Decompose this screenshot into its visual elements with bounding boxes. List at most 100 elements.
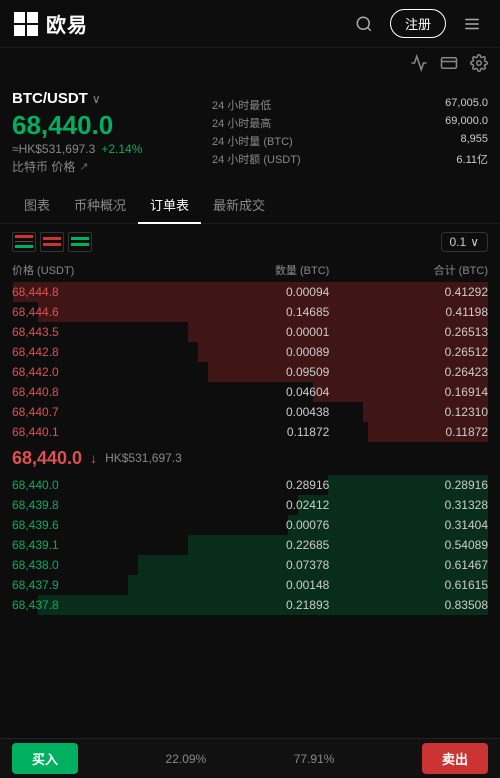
sub-header bbox=[0, 48, 500, 82]
price-left: BTC/USDT ∨ 68,440.0 ≈HK$531,697.3 +2.14%… bbox=[12, 90, 212, 175]
ask-row: 68,443.5 0.00001 0.26513 bbox=[0, 322, 500, 342]
bid-qty: 0.28916 bbox=[171, 478, 330, 492]
bid-row: 68,440.0 0.28916 0.28916 bbox=[0, 475, 500, 495]
pair-dropdown-icon[interactable]: ∨ bbox=[92, 92, 101, 106]
ask-price: 68,440.1 bbox=[12, 425, 171, 439]
bottom-bar: 买入 22.09% 77.91% 卖出 bbox=[0, 738, 500, 778]
col-qty: 数量 (BTC) bbox=[171, 262, 330, 278]
ask-qty: 0.09509 bbox=[171, 365, 330, 379]
settings-icon[interactable] bbox=[470, 54, 488, 76]
ask-row: 68,444.8 0.00094 0.41292 bbox=[0, 282, 500, 302]
decimal-selector[interactable]: 0.1 ∨ bbox=[441, 232, 488, 252]
bid-price: 68,437.8 bbox=[12, 598, 171, 612]
tab-币种概况[interactable]: 币种概况 bbox=[62, 187, 138, 224]
bid-price: 68,437.9 bbox=[12, 578, 171, 592]
ask-price: 68,442.8 bbox=[12, 345, 171, 359]
view-bids-button[interactable] bbox=[68, 232, 92, 252]
stat-label: 24 小时最高 bbox=[212, 115, 437, 131]
ask-price: 68,444.6 bbox=[12, 305, 171, 319]
tab-订单表[interactable]: 订单表 bbox=[138, 187, 201, 224]
stat-value: 67,005.0 bbox=[445, 97, 488, 113]
ask-total: 0.26513 bbox=[329, 325, 488, 339]
bid-row: 68,437.8 0.21893 0.83508 bbox=[0, 595, 500, 615]
orderbook-header: 价格 (USDT) 数量 (BTC) 合计 (BTC) bbox=[0, 260, 500, 282]
search-icon[interactable] bbox=[348, 8, 380, 40]
bid-qty: 0.00148 bbox=[171, 578, 330, 592]
header-right: 注册 bbox=[348, 8, 488, 40]
col-total: 合计 (BTC) bbox=[329, 262, 488, 278]
ask-total: 0.11872 bbox=[329, 425, 488, 439]
bids-list: 68,440.0 0.28916 0.28916 68,439.8 0.0241… bbox=[0, 475, 500, 615]
bid-row: 68,437.9 0.00148 0.61615 bbox=[0, 575, 500, 595]
bid-price: 68,440.0 bbox=[12, 478, 171, 492]
bid-row: 68,439.6 0.00076 0.31404 bbox=[0, 515, 500, 535]
tab-图表[interactable]: 图表 bbox=[12, 187, 62, 224]
register-button[interactable]: 注册 bbox=[390, 9, 446, 38]
bid-price: 68,439.8 bbox=[12, 498, 171, 512]
stat-label: 24 小时量 (BTC) bbox=[212, 133, 437, 149]
stat-value: 69,000.0 bbox=[445, 115, 488, 131]
ask-total: 0.41198 bbox=[329, 305, 488, 319]
mid-price-value: 68,440.0 bbox=[12, 448, 82, 469]
ask-total: 0.26512 bbox=[329, 345, 488, 359]
view-asks-button[interactable] bbox=[40, 232, 64, 252]
header: 欧易 注册 bbox=[0, 0, 500, 48]
bid-row: 68,439.8 0.02412 0.31328 bbox=[0, 495, 500, 515]
ask-qty: 0.00438 bbox=[171, 405, 330, 419]
ask-total: 0.16914 bbox=[329, 385, 488, 399]
bid-row: 68,438.0 0.07378 0.61467 bbox=[0, 555, 500, 575]
ask-qty: 0.00094 bbox=[171, 285, 330, 299]
card-icon[interactable] bbox=[440, 54, 458, 76]
bid-qty: 0.02412 bbox=[171, 498, 330, 512]
buy-pct: 22.09% bbox=[166, 752, 207, 766]
price-stats: 24 小时最低 67,005.0 24 小时最高 69,000.0 24 小时量 (BT… bbox=[212, 90, 488, 175]
price-change: +2.14% bbox=[101, 142, 142, 156]
ask-qty: 0.11872 bbox=[171, 425, 330, 439]
bid-qty: 0.07378 bbox=[171, 558, 330, 572]
orderbook-controls: 0.1 ∨ bbox=[0, 224, 500, 260]
stat-label: 24 小时最低 bbox=[212, 97, 437, 113]
ask-qty: 0.00089 bbox=[171, 345, 330, 359]
bid-total: 0.31328 bbox=[329, 498, 488, 512]
chart-activity-icon[interactable] bbox=[410, 54, 428, 76]
ask-row: 68,440.7 0.00438 0.12310 bbox=[0, 402, 500, 422]
stat-label: 24 小时额 (USDT) bbox=[212, 151, 437, 167]
ask-row: 68,444.6 0.14685 0.41198 bbox=[0, 302, 500, 322]
view-both-button[interactable] bbox=[12, 232, 36, 252]
ask-price: 68,443.5 bbox=[12, 325, 171, 339]
bid-total: 0.28916 bbox=[329, 478, 488, 492]
buy-button[interactable]: 买入 bbox=[12, 743, 78, 774]
ask-row: 68,442.8 0.00089 0.26512 bbox=[0, 342, 500, 362]
logo-icon bbox=[12, 10, 40, 38]
ask-qty: 0.00001 bbox=[171, 325, 330, 339]
bid-price: 68,438.0 bbox=[12, 558, 171, 572]
bid-total: 0.54089 bbox=[329, 538, 488, 552]
bid-price: 68,439.1 bbox=[12, 538, 171, 552]
logo-area: 欧易 bbox=[12, 9, 88, 38]
tabs-row: 图表币种概况订单表最新成交 bbox=[0, 187, 500, 224]
pair-name: BTC/USDT bbox=[12, 90, 88, 107]
menu-icon[interactable] bbox=[456, 8, 488, 40]
bid-row: 68,439.1 0.22685 0.54089 bbox=[0, 535, 500, 555]
ask-total: 0.12310 bbox=[329, 405, 488, 419]
mid-price-row: 68,440.0 ↓ HK$531,697.3 bbox=[0, 442, 500, 475]
external-link-icon[interactable]: ↗ bbox=[79, 160, 88, 173]
mid-price-hk: HK$531,697.3 bbox=[105, 451, 182, 465]
bid-total: 0.61467 bbox=[329, 558, 488, 572]
view-icons bbox=[12, 232, 92, 252]
ask-row: 68,440.8 0.04604 0.16914 bbox=[0, 382, 500, 402]
stat-value: 6.11亿 bbox=[445, 151, 488, 167]
ask-total: 0.26423 bbox=[329, 365, 488, 379]
sell-button[interactable]: 卖出 bbox=[422, 743, 488, 774]
logo-text: 欧易 bbox=[46, 9, 88, 38]
bid-qty: 0.21893 bbox=[171, 598, 330, 612]
bid-total: 0.83508 bbox=[329, 598, 488, 612]
coin-label: 比特币 价格 ↗ bbox=[12, 158, 212, 175]
col-price: 价格 (USDT) bbox=[12, 262, 171, 278]
price-section: BTC/USDT ∨ 68,440.0 ≈HK$531,697.3 +2.14%… bbox=[0, 82, 500, 183]
tab-最新成交[interactable]: 最新成交 bbox=[201, 187, 277, 224]
ask-price: 68,444.8 bbox=[12, 285, 171, 299]
dropdown-arrow-icon: ∨ bbox=[470, 235, 479, 249]
bid-total: 0.61615 bbox=[329, 578, 488, 592]
ask-qty: 0.04604 bbox=[171, 385, 330, 399]
